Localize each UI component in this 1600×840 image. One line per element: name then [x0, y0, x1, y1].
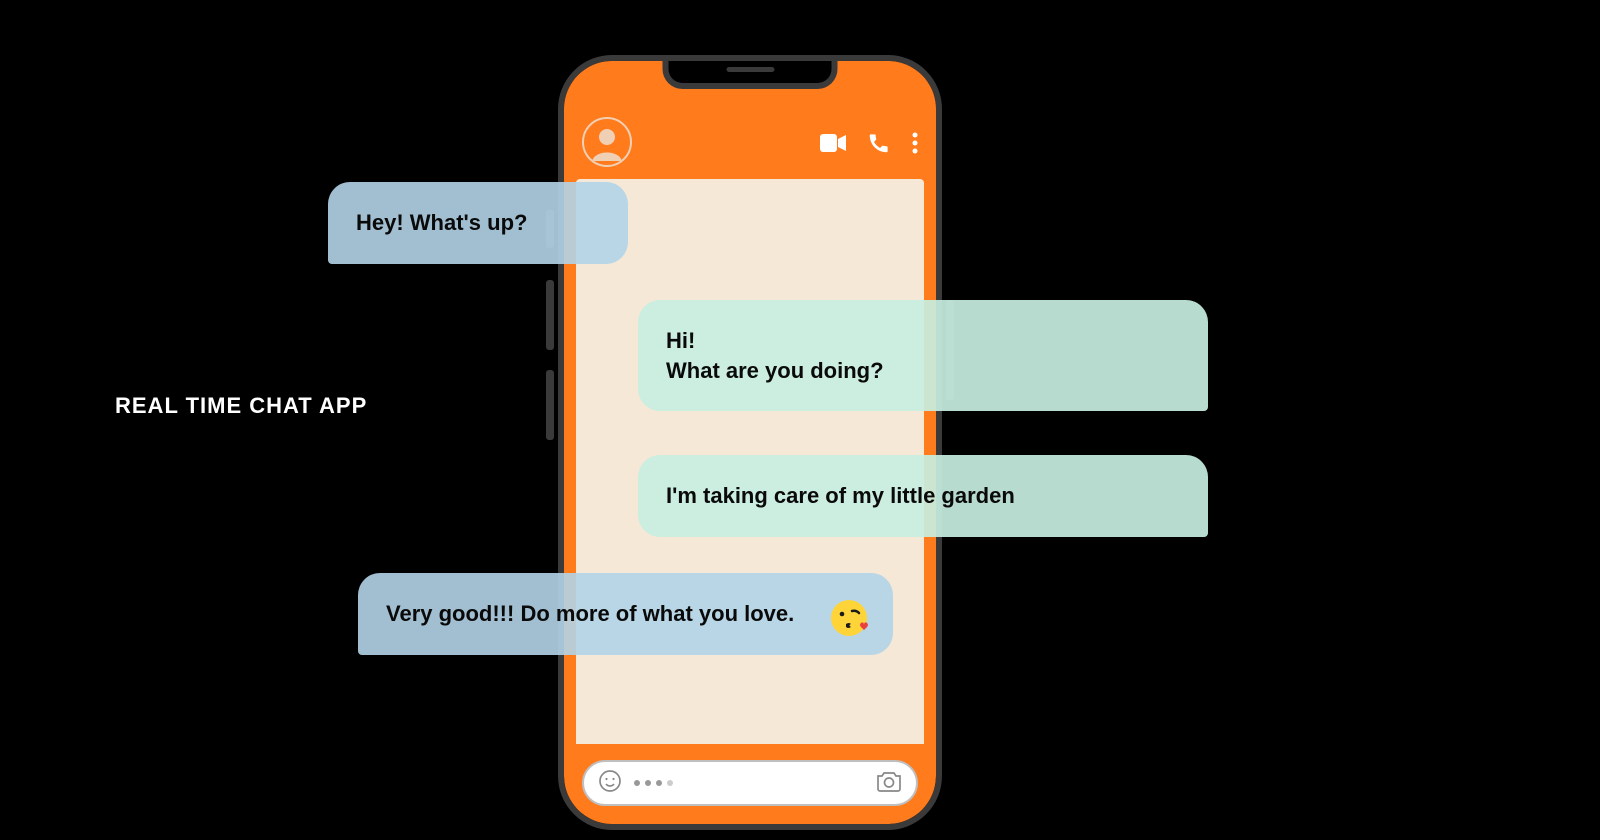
- message-text: I'm taking care of my little garden: [666, 483, 1015, 508]
- video-icon: [820, 139, 846, 156]
- face-blowing-kiss-icon: [829, 597, 871, 639]
- camera-icon: [876, 779, 902, 796]
- camera-button[interactable]: [876, 770, 902, 797]
- avatar[interactable]: [582, 117, 632, 167]
- typing-dot: [634, 780, 640, 786]
- more-vertical-icon: [912, 141, 918, 158]
- phone-frame: [558, 55, 942, 830]
- video-call-button[interactable]: [820, 134, 846, 157]
- more-options-button[interactable]: [912, 132, 918, 159]
- typing-dot: [656, 780, 662, 786]
- message-text: Hey! What's up?: [356, 210, 527, 235]
- phone-volume-down: [546, 370, 554, 440]
- message-bubble-outgoing: I'm taking care of my little garden: [638, 455, 1208, 537]
- phone-volume-up: [546, 280, 554, 350]
- message-bubble-incoming: Very good!!! Do more of what you love.: [358, 573, 893, 655]
- message-bubble-incoming: Hey! What's up?: [328, 182, 628, 264]
- smile-icon: [598, 780, 622, 797]
- message-bubble-outgoing: Hi! What are you doing?: [638, 300, 1208, 411]
- phone-icon: [868, 141, 890, 158]
- message-text: Very good!!! Do more of what you love.: [386, 601, 794, 626]
- phone-speaker: [726, 67, 774, 72]
- user-silhouette-icon: [588, 123, 626, 161]
- typing-dot: [667, 780, 673, 786]
- emoji-picker-button[interactable]: [598, 769, 622, 798]
- typing-dot: [645, 780, 651, 786]
- header-actions: [820, 132, 918, 167]
- message-text: Hi! What are you doing?: [666, 328, 884, 383]
- phone-screen: [564, 61, 936, 824]
- phone-notch: [663, 59, 838, 89]
- page-title: REAL TIME CHAT APP: [115, 393, 367, 419]
- message-input-bar: [582, 760, 918, 806]
- message-input[interactable]: [634, 780, 864, 786]
- voice-call-button[interactable]: [868, 132, 890, 159]
